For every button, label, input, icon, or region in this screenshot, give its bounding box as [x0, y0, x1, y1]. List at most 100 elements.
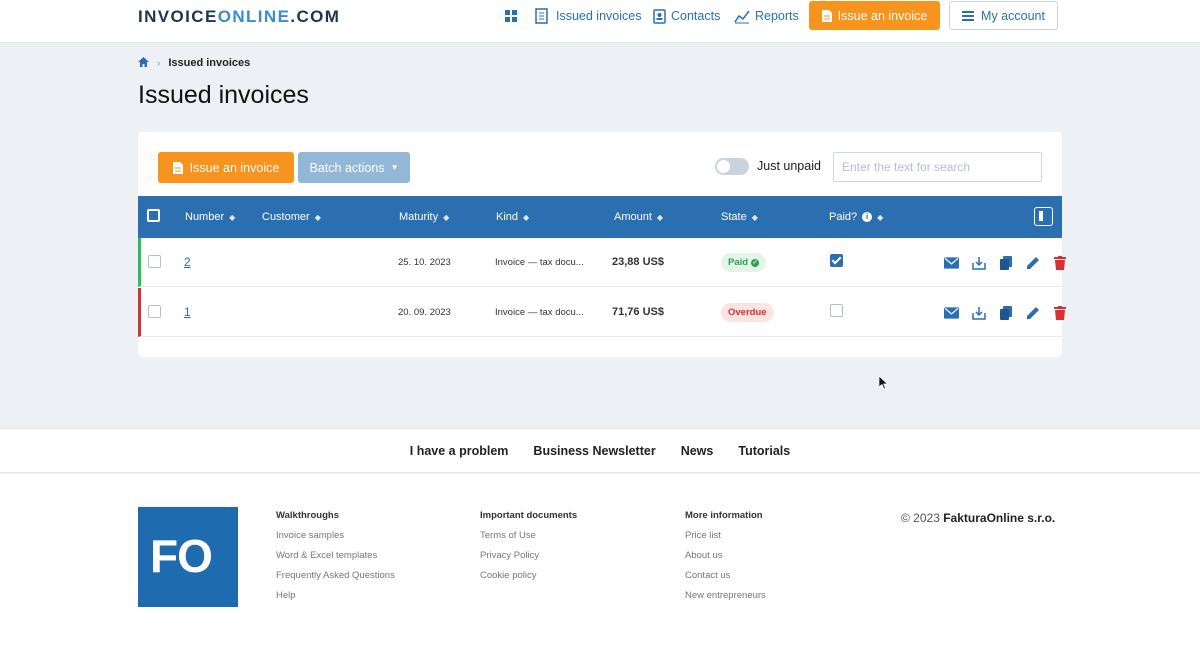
edit-icon[interactable]	[1025, 255, 1040, 270]
sort-icon: ◆	[877, 212, 884, 222]
footer-link-newsletter[interactable]: Business Newsletter	[533, 444, 655, 458]
amount-cell: 23,88 US$	[612, 256, 664, 268]
sort-icon: ◆	[523, 212, 530, 222]
footer-link-problem[interactable]: I have a problem	[410, 444, 509, 458]
maturity-cell: 25. 10. 2023	[398, 257, 451, 268]
footer-link[interactable]: Invoice samples	[276, 530, 395, 541]
dashboard-nav[interactable]	[505, 0, 517, 32]
page-title: Issued invoices	[138, 81, 309, 109]
dashboard-grid-icon	[505, 10, 517, 22]
nav-contacts[interactable]: Contacts	[653, 0, 720, 32]
email-icon[interactable]	[944, 305, 959, 320]
column-settings-button[interactable]	[1034, 207, 1053, 226]
footer-link[interactable]: New entrepreneurs	[685, 590, 766, 601]
maturity-cell: 20. 09. 2023	[398, 307, 451, 318]
column-kind[interactable]: Kind ◆	[496, 211, 529, 223]
status-badge: Paid ✓	[721, 253, 767, 272]
document-icon	[821, 9, 832, 22]
copy-icon[interactable]	[998, 255, 1013, 270]
delete-icon[interactable]	[1052, 305, 1067, 320]
just-unpaid-label: Just unpaid	[757, 159, 821, 173]
reports-icon	[734, 10, 750, 23]
column-customer[interactable]: Customer ◆	[262, 211, 321, 223]
site-logo[interactable]: INVOICEONLINE.COM	[138, 7, 340, 27]
invoice-number-link[interactable]: 1	[184, 305, 191, 319]
paid-checkbox[interactable]	[830, 304, 843, 317]
footer-link[interactable]: Word & Excel templates	[276, 550, 395, 561]
contacts-icon	[653, 8, 666, 24]
menu-icon	[962, 10, 975, 21]
column-paid[interactable]: Paid? i ◆	[829, 211, 883, 223]
breadcrumb-current: Issued invoices	[168, 57, 251, 69]
faktura-online-logo[interactable]: FO	[138, 507, 238, 607]
issue-invoice-button[interactable]: Issue an invoice	[158, 152, 294, 183]
sort-icon: ◆	[229, 212, 236, 222]
copy-icon[interactable]	[998, 305, 1013, 320]
footer-link[interactable]: Terms of Use	[480, 530, 577, 541]
kind-cell: Invoice — tax docu...	[495, 307, 584, 318]
footer-column-walkthroughs: Walkthroughs Invoice samples Word & Exce…	[276, 510, 395, 610]
delete-icon[interactable]	[1052, 255, 1067, 270]
header-issue-invoice-button[interactable]: Issue an invoice	[809, 1, 940, 30]
footer-heading: Walkthroughs	[276, 510, 339, 521]
footer-link[interactable]: About us	[685, 550, 766, 561]
search-input[interactable]	[833, 152, 1042, 182]
row-checkbox[interactable]	[148, 255, 161, 268]
sort-icon: ◆	[443, 212, 450, 222]
top-header: INVOICEONLINE.COM Issued invoices Contac…	[0, 0, 1200, 43]
footer: FO Walkthroughs Invoice samples Word & E…	[0, 474, 1200, 646]
copyright: © 2023 FakturaOnline s.r.o.	[901, 511, 1056, 525]
column-maturity[interactable]: Maturity ◆	[399, 211, 449, 223]
invoices-icon	[535, 8, 548, 24]
sort-icon: ◆	[314, 212, 321, 222]
column-number[interactable]: Number ◆	[185, 211, 235, 223]
download-icon[interactable]	[971, 255, 986, 270]
footer-link[interactable]: Price list	[685, 530, 766, 541]
mouse-cursor-icon	[879, 376, 889, 390]
footer-column-documents: Important documents Terms of Use Privacy…	[480, 510, 577, 590]
row-actions	[944, 255, 1067, 270]
footer-link-tutorials[interactable]: Tutorials	[738, 444, 790, 458]
row-actions	[944, 305, 1067, 320]
email-icon[interactable]	[944, 255, 959, 270]
status-badge: Overdue	[721, 303, 774, 322]
footer-link[interactable]: Contact us	[685, 570, 766, 581]
amount-cell: 71,76 US$	[612, 306, 664, 318]
edit-icon[interactable]	[1025, 305, 1040, 320]
caret-down-icon: ▼	[390, 163, 399, 172]
toggle-knob	[717, 160, 730, 173]
footer-link-news[interactable]: News	[681, 444, 714, 458]
footer-link[interactable]: Help	[276, 590, 395, 601]
sort-icon: ◆	[656, 212, 664, 222]
column-state[interactable]: State ◆	[721, 211, 758, 223]
footer-nav: I have a problem Business Newsletter New…	[0, 428, 1200, 473]
nav-issued-invoices[interactable]: Issued invoices	[535, 0, 641, 32]
sort-icon: ◆	[751, 212, 758, 222]
table-header: Number ◆ Customer ◆ Maturity ◆ Kind ◆ Amount…	[138, 196, 1062, 238]
footer-link[interactable]: Cookie policy	[480, 570, 577, 581]
select-all-checkbox[interactable]	[147, 209, 160, 222]
download-icon[interactable]	[971, 305, 986, 320]
my-account-button[interactable]: My account	[949, 1, 1058, 30]
batch-actions-button[interactable]: Batch actions ▼	[298, 152, 410, 183]
footer-link[interactable]: Privacy Policy	[480, 550, 577, 561]
home-icon[interactable]	[138, 56, 149, 70]
nav-reports[interactable]: Reports	[734, 0, 799, 32]
footer-column-more-info: More information Price list About us Con…	[685, 510, 766, 610]
check-circle-icon: ✓	[751, 258, 760, 267]
invoice-number-link[interactable]: 2	[184, 255, 191, 269]
invoices-card: Issue an invoice Batch actions ▼ Just un…	[138, 132, 1066, 357]
info-icon[interactable]: i	[862, 212, 873, 222]
chevron-right-icon: ›	[157, 57, 161, 69]
kind-cell: Invoice — tax docu...	[495, 257, 584, 268]
column-amount[interactable]: Amount ◆	[614, 211, 663, 223]
footer-heading: Important documents	[480, 510, 578, 521]
table-row: 2 25. 10. 2023 Invoice — tax docu... 23,…	[138, 238, 1066, 287]
table-row: 1 20. 09. 2023 Invoice — tax docu... 71,…	[138, 288, 1066, 337]
document-icon	[172, 161, 183, 174]
footer-link[interactable]: Frequently Asked Questions	[276, 570, 395, 581]
row-checkbox[interactable]	[148, 305, 161, 318]
footer-heading: More information	[685, 510, 763, 521]
paid-checkbox[interactable]	[830, 254, 843, 267]
just-unpaid-toggle[interactable]	[715, 158, 749, 175]
